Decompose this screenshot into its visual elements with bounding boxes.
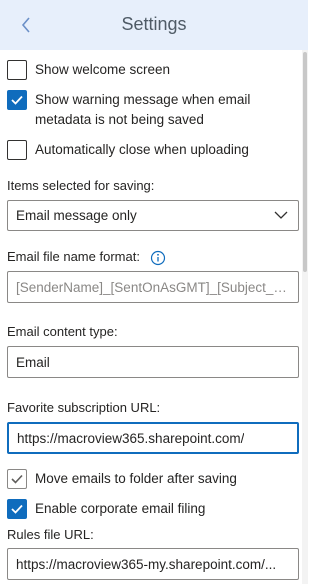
- show-welcome-checkbox[interactable]: [7, 60, 27, 80]
- show-warning-label-line2: metadata is not being saved: [35, 112, 204, 127]
- show-warning-checkbox-row[interactable]: Show warning message when email metadata…: [7, 90, 250, 129]
- corporate-filing-checkbox[interactable]: [7, 499, 27, 519]
- file-name-format-label: Email file name format:: [7, 249, 166, 266]
- content-type-input[interactable]: Email: [7, 346, 299, 378]
- content-type-value: Email: [16, 354, 50, 370]
- items-selected-dropdown[interactable]: Email message only: [7, 200, 299, 231]
- auto-close-checkbox-row[interactable]: Automatically close when uploading: [7, 140, 249, 160]
- items-selected-label: Items selected for saving:: [7, 178, 155, 193]
- favorite-url-input[interactable]: https://macroview365.sharepoint.com/: [7, 422, 299, 454]
- page-title: Settings: [121, 14, 187, 34]
- file-name-format-value: [SenderName]_[SentOnAsGMT]_[Subject_F...: [16, 279, 290, 295]
- show-warning-label-line1: Show warning message when email: [35, 92, 251, 107]
- corporate-filing-checkbox-row[interactable]: Enable corporate email filing: [7, 499, 205, 519]
- file-name-format-label-text: Email file name format:: [7, 249, 140, 264]
- content-type-label: Email content type:: [7, 324, 118, 339]
- rules-url-input[interactable]: https://macroview365-my.sharepoint.com/.…: [7, 548, 299, 580]
- checkmark-icon: [11, 95, 23, 105]
- checkmark-icon: [11, 504, 23, 514]
- header-bar: Settings: [0, 0, 308, 50]
- items-selected-value: Email message only: [16, 208, 137, 223]
- scrollbar-thumb[interactable]: [303, 52, 307, 272]
- corporate-filing-label: Enable corporate email filing: [35, 501, 206, 516]
- chevron-down-icon: [274, 211, 288, 219]
- auto-close-checkbox[interactable]: [7, 140, 27, 160]
- move-emails-checkbox-row[interactable]: Move emails to folder after saving: [7, 469, 237, 489]
- move-emails-checkbox[interactable]: [7, 469, 27, 489]
- show-warning-label: Show warning message when email metadata…: [35, 90, 250, 129]
- file-name-format-input[interactable]: [SenderName]_[SentOnAsGMT]_[Subject_F...: [7, 271, 299, 303]
- info-icon[interactable]: [150, 250, 166, 266]
- move-emails-label: Move emails to folder after saving: [35, 471, 237, 486]
- rules-url-label: Rules file URL:: [7, 527, 94, 542]
- auto-close-label: Automatically close when uploading: [35, 142, 249, 157]
- show-welcome-checkbox-row[interactable]: Show welcome screen: [7, 60, 170, 80]
- rules-url-value: https://macroview365-my.sharepoint.com/.…: [16, 556, 277, 572]
- favorite-url-label: Favorite subscription URL:: [7, 400, 161, 415]
- favorite-url-value: https://macroview365.sharepoint.com/: [17, 430, 245, 446]
- show-welcome-label: Show welcome screen: [35, 62, 171, 77]
- checkmark-icon: [11, 474, 23, 484]
- show-warning-checkbox[interactable]: [7, 90, 27, 110]
